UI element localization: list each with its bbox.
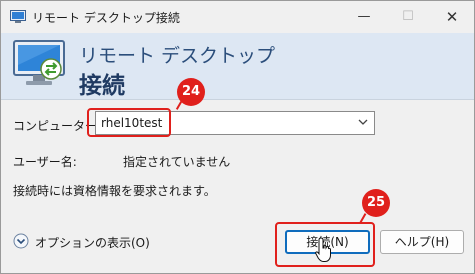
monitor-connection-icon (13, 40, 65, 85)
chevron-down-icon[interactable] (358, 117, 368, 127)
annotation-highlight-connect (275, 222, 375, 267)
expand-circle-icon[interactable] (13, 233, 29, 249)
banner-divider (1, 99, 474, 100)
banner-title-line2: 接続 (79, 73, 125, 99)
annotation-highlight-computer (87, 108, 171, 137)
username-value: 指定されていません (123, 155, 231, 169)
close-button[interactable]: ✕ (430, 1, 474, 33)
title-bar: リモート デスクトップ接続 — ☐ ✕ (1, 1, 474, 33)
remote-desktop-app-icon (10, 10, 26, 23)
credentials-info-text: 接続時には資格情報を要求されます。 (13, 184, 216, 198)
maximize-button[interactable]: ☐ (386, 1, 430, 33)
remote-desktop-window: リモート デスクトップ接続 — ☐ ✕ リモート デスクトップ 接続 コンピュー… (0, 0, 475, 274)
username-label: ユーザー名: (13, 155, 77, 169)
show-options-label[interactable]: オプションの表示(O) (35, 234, 150, 251)
header-banner: リモート デスクトップ 接続 (1, 33, 474, 99)
minimize-button[interactable]: — (342, 1, 386, 33)
banner-title-line1: リモート デスクトップ (79, 45, 276, 67)
window-title: リモート デスクトップ接続 (32, 11, 180, 25)
annotation-badge-25: 25 (362, 189, 390, 217)
annotation-badge-24: 24 (177, 78, 205, 106)
help-button[interactable]: ヘルプ(H) (380, 230, 464, 254)
